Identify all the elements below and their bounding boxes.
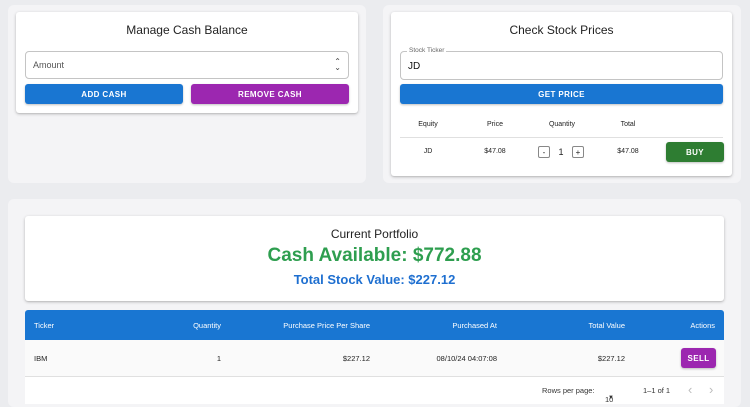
cash-card-title: Manage Cash Balance — [126, 23, 248, 37]
buy-button[interactable]: BUY — [666, 142, 724, 162]
stock-card-title: Check Stock Prices — [509, 23, 614, 37]
cash-card: Manage Cash Balance Amount ⌃ ⌄ ADD CASH R… — [16, 12, 358, 113]
stock-ticker-field[interactable]: Stock Ticker JD — [400, 47, 723, 80]
amount-select[interactable]: Amount ⌃ ⌄ — [25, 51, 349, 79]
col-quantity: Quantity — [193, 321, 221, 330]
quote-price: $47.08 — [484, 148, 506, 155]
header-total: Total — [620, 121, 636, 128]
row-purchased-at: 08/10/24 04:07:08 — [436, 354, 497, 363]
stock-ticker-label: Stock Ticker — [407, 47, 447, 54]
header-quantity: Quantity — [548, 121, 576, 128]
row-purchase-price: $227.12 — [342, 354, 370, 363]
col-purchased-at: Purchased At — [452, 321, 497, 330]
add-cash-button[interactable]: ADD CASH — [25, 84, 183, 104]
increase-quantity-button[interactable]: + — [572, 146, 584, 158]
table-row: IBM 1 $227.12 08/10/24 04:07:08 $227.12 … — [25, 340, 724, 377]
quote-quantity: 1 — [558, 147, 564, 157]
updown-chevron-icon: ⌃ ⌄ — [334, 57, 341, 72]
decrease-quantity-button[interactable]: - — [538, 146, 550, 158]
row-ticker: IBM — [34, 354, 48, 363]
caret-down-icon: ▼ — [608, 395, 614, 401]
quote-total: $47.08 — [617, 148, 639, 155]
rows-per-page-label: Rows per page: — [542, 386, 595, 395]
col-ticker: Ticker — [34, 321, 55, 330]
table-pagination: Rows per page: 10 ▼ 1–1 of 1 ‹ › — [25, 377, 724, 404]
quote-divider — [400, 137, 723, 138]
stock-ticker-value: JD — [408, 61, 421, 72]
row-quantity: 1 — [216, 354, 221, 363]
remove-cash-button[interactable]: REMOVE CASH — [191, 84, 349, 104]
quote-equity: JD — [423, 148, 433, 155]
quote-table: Equity Price Quantity Total JD $47.08 - … — [391, 116, 732, 172]
pagination-range: 1–1 of 1 — [643, 386, 671, 395]
next-page-icon[interactable]: › — [709, 382, 713, 397]
row-total-value: $227.12 — [597, 354, 625, 363]
portfolio-summary-card: Current Portfolio Cash Available: $772.8… — [25, 216, 724, 301]
col-actions: Actions — [690, 321, 715, 330]
stock-card: Check Stock Prices Stock Ticker JD GET P… — [391, 12, 732, 176]
sell-button[interactable]: SELL — [681, 348, 716, 368]
cash-available-text: Cash Available: $772.88 — [267, 245, 482, 266]
holdings-table-header: Ticker Quantity Purchase Price Per Share… — [25, 310, 724, 340]
header-equity: Equity — [418, 121, 438, 128]
header-price: Price — [487, 121, 503, 128]
total-stock-value-text: Total Stock Value: $227.12 — [293, 272, 456, 287]
amount-placeholder: Amount — [33, 60, 65, 70]
col-purchase-price: Purchase Price Per Share — [283, 321, 370, 330]
previous-page-icon[interactable]: ‹ — [688, 382, 692, 397]
get-price-button[interactable]: GET PRICE — [400, 84, 723, 104]
col-total-value: Total Value — [588, 321, 625, 330]
portfolio-title: Current Portfolio — [330, 227, 419, 241]
